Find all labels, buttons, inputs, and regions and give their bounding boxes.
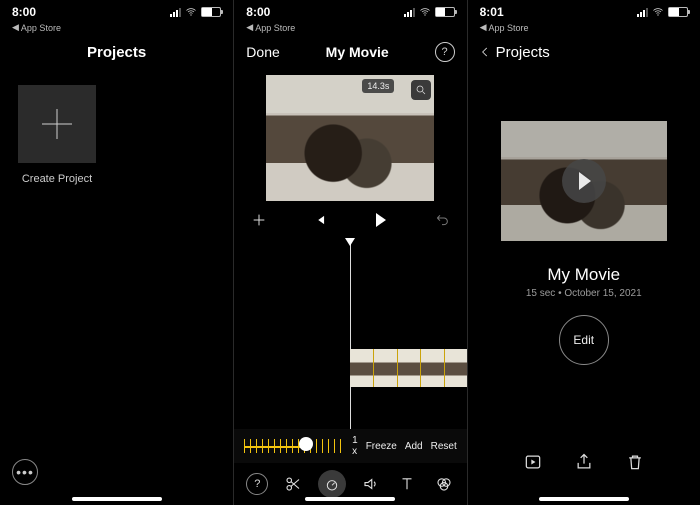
- create-project-tile[interactable]: [18, 85, 96, 163]
- home-indicator[interactable]: [539, 497, 629, 501]
- movie-title: My Movie: [326, 44, 389, 60]
- projects-screen: 8:00 ◀App Store Projects Create Project …: [0, 0, 233, 505]
- wifi-icon: [652, 6, 664, 18]
- wifi-icon: [185, 6, 197, 18]
- signal-icon: [170, 8, 181, 17]
- more-button[interactable]: •••: [12, 459, 38, 485]
- back-label: Projects: [496, 44, 550, 61]
- play-box-icon: [523, 452, 543, 472]
- home-indicator[interactable]: [305, 497, 395, 501]
- undo-icon: [434, 212, 450, 228]
- play-project-button[interactable]: [522, 451, 544, 473]
- skip-back-button[interactable]: [311, 211, 329, 229]
- back-to-app[interactable]: ◀App Store: [0, 22, 233, 33]
- home-indicator[interactable]: [72, 497, 162, 501]
- wifi-icon: [419, 6, 431, 18]
- create-project-label: Create Project: [18, 173, 96, 185]
- timecode-badge: 14.3s: [362, 79, 394, 93]
- edit-label: Edit: [573, 333, 594, 347]
- freeze-button[interactable]: Freeze: [366, 441, 397, 452]
- transport-bar: [234, 201, 466, 239]
- back-app-label: App Store: [489, 23, 529, 33]
- filters-button[interactable]: [433, 473, 455, 495]
- back-to-app[interactable]: ◀App Store: [234, 22, 466, 33]
- playhead[interactable]: [350, 239, 351, 429]
- status-bar: 8:01: [468, 0, 700, 24]
- chevron-left-icon: [478, 45, 492, 59]
- editor-screen: 8:00 ◀App Store Done My Movie ? 14.3s: [233, 0, 466, 505]
- speed-icon: [324, 476, 340, 492]
- volume-icon: [362, 475, 380, 493]
- battery-icon: [435, 7, 455, 17]
- speed-control-bar: 1 x Freeze Add Reset: [234, 429, 466, 463]
- text-icon: [398, 475, 416, 493]
- battery-icon: [668, 7, 688, 17]
- project-subtitle: 15 sec • October 15, 2021: [468, 288, 700, 299]
- back-app-label: App Store: [255, 23, 295, 33]
- filters-icon: [435, 475, 453, 493]
- add-button[interactable]: Add: [405, 441, 423, 452]
- edit-button[interactable]: Edit: [559, 315, 609, 365]
- trash-icon: [625, 452, 645, 472]
- play-overlay[interactable]: [562, 159, 606, 203]
- status-icons: [637, 6, 688, 18]
- undo-button[interactable]: [433, 211, 451, 229]
- reset-button[interactable]: Reset: [431, 441, 457, 452]
- play-icon: [376, 213, 386, 227]
- done-button[interactable]: Done: [246, 44, 279, 60]
- back-app-label: App Store: [21, 23, 61, 33]
- zoom-button[interactable]: [411, 80, 431, 100]
- project-thumbnail[interactable]: [501, 121, 667, 241]
- signal-icon: [637, 8, 648, 17]
- project-detail-screen: 8:01 ◀App Store Projects My Movie 15 sec…: [467, 0, 700, 505]
- skip-back-icon: [313, 213, 327, 227]
- ellipsis-icon: •••: [16, 464, 34, 480]
- add-media-button[interactable]: [250, 211, 268, 229]
- scissors-icon: [284, 475, 302, 493]
- status-bar: 8:00: [234, 0, 466, 24]
- status-icons: [404, 6, 455, 18]
- play-icon: [579, 172, 591, 190]
- editor-bottom-panel: 1 x Freeze Add Reset ?: [234, 429, 466, 505]
- preview-video[interactable]: 14.3s: [266, 75, 434, 201]
- share-button[interactable]: [573, 451, 595, 473]
- volume-button[interactable]: [360, 473, 382, 495]
- share-icon: [574, 452, 594, 472]
- delete-button[interactable]: [624, 451, 646, 473]
- preview-thumbnail: [266, 75, 434, 201]
- page-title: Projects: [0, 33, 233, 71]
- status-time: 8:00: [12, 5, 36, 19]
- zoom-icon: [415, 84, 427, 96]
- status-time: 8:01: [480, 5, 504, 19]
- timeline[interactable]: [234, 239, 466, 429]
- battery-icon: [201, 7, 221, 17]
- status-bar: 8:00: [0, 0, 233, 24]
- detail-toolbar: [468, 441, 700, 483]
- video-clip[interactable]: [350, 349, 466, 387]
- speed-value: 1 x: [352, 435, 358, 457]
- signal-icon: [404, 8, 415, 17]
- play-button[interactable]: [372, 211, 390, 229]
- editor-header: Done My Movie ?: [234, 33, 466, 71]
- project-title: My Movie: [468, 265, 700, 285]
- status-time: 8:00: [246, 5, 270, 19]
- speed-slider[interactable]: [244, 439, 344, 453]
- add-icon: [251, 212, 267, 228]
- speed-button[interactable]: [318, 470, 346, 498]
- help-button[interactable]: ?: [435, 42, 455, 62]
- help-button[interactable]: ?: [246, 473, 268, 495]
- titles-button[interactable]: [396, 473, 418, 495]
- cut-button[interactable]: [282, 473, 304, 495]
- status-icons: [170, 6, 221, 18]
- plus-icon: [42, 109, 72, 139]
- back-to-app[interactable]: ◀App Store: [468, 22, 700, 33]
- back-button[interactable]: Projects: [468, 33, 700, 71]
